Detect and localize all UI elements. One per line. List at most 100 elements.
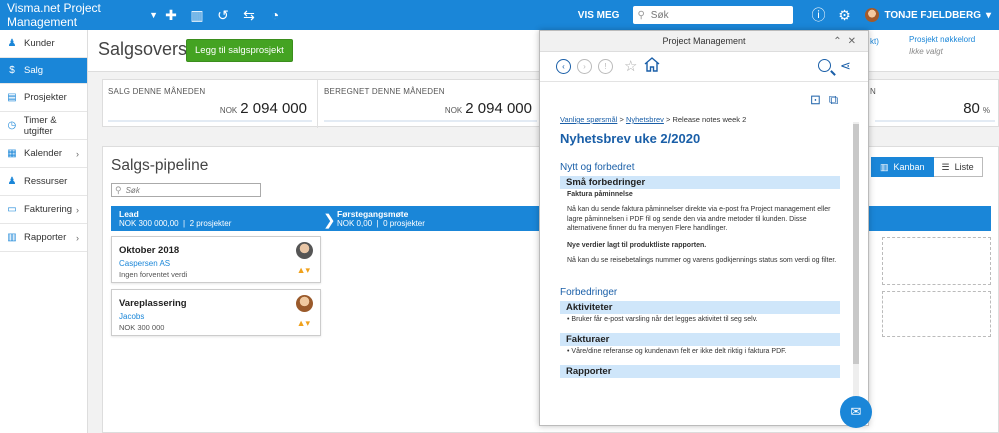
pipeline-search[interactable]: ⚲ xyxy=(111,183,261,197)
section-heading: Forbedringer xyxy=(560,287,618,298)
back-icon[interactable]: ‹ xyxy=(556,59,571,74)
close-icon[interactable]: ✕ xyxy=(848,36,862,47)
vis-meg-link[interactable]: VIS MEG xyxy=(578,10,620,21)
breadcrumb-link[interactable]: Nyhetsbrev xyxy=(626,115,664,124)
deal-customer-link[interactable]: Jacobs xyxy=(119,312,144,321)
sidebar-item-rapporter[interactable]: ▥ Rapporter › xyxy=(0,224,87,252)
deal-customer-link[interactable]: Caspersen AS xyxy=(119,259,170,268)
window-controls: ⌃✕ xyxy=(833,31,862,52)
sidebar-item-ressurser[interactable]: ♟ Ressurser xyxy=(0,168,87,196)
subsection-heading: Aktiviteter xyxy=(560,301,840,314)
history-icon[interactable]: ↺ xyxy=(210,0,236,30)
forward-icon[interactable]: › xyxy=(577,59,592,74)
sidebar-item-label: Rapporter xyxy=(24,232,67,243)
drop-zone xyxy=(882,237,991,285)
kpi-label: SALG DENNE MÅNEDEN xyxy=(108,87,206,96)
pipeline-search-input[interactable] xyxy=(125,185,246,195)
deal-value: Ingen forventet verdi xyxy=(119,270,188,279)
search-icon[interactable] xyxy=(818,59,831,72)
collapse-icon[interactable]: ⌃ xyxy=(833,36,847,47)
pipeline-title: Salgs-pipeline xyxy=(111,157,209,174)
star-icon[interactable]: ☆ xyxy=(624,57,637,75)
paragraph: Nå kan du se reisebetalings nummer og va… xyxy=(567,256,837,264)
bullet-item: • Våre/dine referanse og kundenavn felt … xyxy=(567,348,787,355)
breadcrumb-link[interactable]: Vanlige spørsmål xyxy=(560,115,617,124)
avatar xyxy=(865,8,880,22)
kpi-estimated-month: BEREGNET DENNE MÅNEDEN NOK 2 094 000 xyxy=(319,80,542,128)
help-icon[interactable]: ⓘ xyxy=(805,0,831,30)
add-icon[interactable]: ✚ xyxy=(158,0,184,30)
people-icon: ♟ xyxy=(7,38,17,49)
search-icon: ⚲ xyxy=(637,9,645,21)
timer-icon[interactable]: ◔ xyxy=(262,0,288,30)
sidebar-item-kunder[interactable]: ♟ Kunder xyxy=(0,30,87,58)
sidebar-item-fakturering[interactable]: ▭ Fakturering › xyxy=(0,196,87,224)
help-nav-toolbar: ‹ › ! ☆ ⋖ xyxy=(540,52,868,82)
search-icon: ⚲ xyxy=(115,184,122,195)
help-window: Project Management ⌃✕ ‹ › ! ☆ ⋖ ⊡ ⧉ Vanl… xyxy=(539,30,869,426)
kpi-label: N xyxy=(870,87,876,96)
sidebar-item-salg[interactable]: $ Salg xyxy=(0,58,87,84)
deal-card[interactable]: Vareplassering Jacobs NOK 300 000 ▲▾ xyxy=(111,289,321,336)
sidebar-item-kalender[interactable]: ▦ Kalender › xyxy=(0,140,87,168)
top-bar: Visma.net Project Management ▼ ✚ ▥ ↺ ⇆ ◔… xyxy=(0,0,999,30)
warning-icon[interactable]: ▲▾ xyxy=(297,265,310,276)
gear-icon[interactable]: ⚙ xyxy=(831,0,857,30)
dollar-icon: $ xyxy=(9,65,15,76)
chat-icon[interactable]: ✉ xyxy=(840,396,872,428)
kpi-value: 80% xyxy=(963,100,990,117)
sidebar-item-label: Kunder xyxy=(24,38,55,49)
warning-icon[interactable]: ▲▾ xyxy=(297,318,310,329)
bold-text: Faktura påminnelse xyxy=(567,191,633,198)
project-keyword-filter[interactable]: Prosjekt nøkkelord Ikke valgt xyxy=(909,35,975,56)
clock-icon: ◷ xyxy=(7,120,17,131)
kpi-percentage: N 80% xyxy=(870,80,999,128)
stage-lead[interactable]: Lead NOK 300 000,00 | 2 prosjekter xyxy=(119,209,231,228)
global-search[interactable]: ⚲ xyxy=(633,6,794,24)
filter-link-fragment[interactable]: kt) xyxy=(870,37,879,46)
global-search-input[interactable] xyxy=(650,9,771,21)
deal-value: NOK 300 000 xyxy=(119,323,165,332)
scrollbar[interactable] xyxy=(853,122,859,406)
chevron-right-icon: › xyxy=(76,232,79,243)
subsection-heading: Små forbedringer xyxy=(560,176,840,189)
calendar-icon: ▦ xyxy=(7,148,17,159)
bold-text: Nye verdier lagt til produktliste rappor… xyxy=(567,241,707,249)
invoice-icon: ▭ xyxy=(7,204,17,215)
dashboard-icon[interactable]: ▥ xyxy=(184,0,210,30)
deal-title: Oktober 2018 xyxy=(119,245,180,256)
sidebar-item-prosjekter[interactable]: ▤ Prosjekter xyxy=(0,84,87,112)
stage-forstegangsmote[interactable]: ❯ Førstegangsmøte NOK 0,00 | 0 prosjekte… xyxy=(323,209,425,229)
add-sales-project-button[interactable]: Legg til salgsprosjekt xyxy=(186,39,293,62)
bullet-item: • Bruker får e-post varsling når det leg… xyxy=(567,316,758,323)
sidebar-item-label: Timer & utgifter xyxy=(23,114,57,137)
user-menu[interactable]: TONJE FJELDBERG ▾ xyxy=(857,8,999,22)
list-view-button[interactable]: ☰ Liste xyxy=(933,157,983,177)
chevron-right-icon: ❯ xyxy=(323,212,336,229)
help-article: Vanlige spørsmål > Nyhetsbrev > Release … xyxy=(560,115,840,415)
info-icon[interactable]: ! xyxy=(598,59,613,74)
kpi-value: NOK 2 094 000 xyxy=(444,100,532,117)
avatar xyxy=(296,242,313,259)
help-window-titlebar: Project Management ⌃✕ xyxy=(540,31,868,52)
help-window-title: Project Management xyxy=(662,36,746,46)
avatar xyxy=(296,295,313,312)
paragraph: Nå kan du sende faktura påminnelser dire… xyxy=(567,206,831,232)
report-icon: ▥ xyxy=(7,232,17,243)
deal-title: Vareplassering xyxy=(119,298,187,309)
app-switcher[interactable]: Visma.net Project Management ▼ xyxy=(0,1,158,29)
list-icon: ☰ xyxy=(941,161,950,172)
drop-zone xyxy=(882,291,991,337)
subsection-heading: Fakturaer xyxy=(560,333,840,346)
deal-card[interactable]: Oktober 2018 Caspersen AS Ingen forvente… xyxy=(111,236,321,283)
kanban-view-button[interactable]: ▥ Kanban xyxy=(871,157,934,177)
kpi-value: NOK 2 094 000 xyxy=(219,100,307,117)
open-external-icon[interactable]: ⧉ xyxy=(829,92,838,108)
switch-icon[interactable]: ⇆ xyxy=(236,0,262,30)
kpi-sales-month: SALG DENNE MÅNEDEN NOK 2 094 000 xyxy=(103,80,318,128)
share-icon[interactable]: ⋖ xyxy=(840,58,851,74)
home-icon[interactable] xyxy=(644,57,660,75)
sidebar-item-label: Fakturering xyxy=(24,204,73,215)
sidebar-item-timer[interactable]: ◷ Timer & utgifter xyxy=(0,112,87,140)
unlock-icon[interactable]: ⊡ xyxy=(810,92,821,108)
